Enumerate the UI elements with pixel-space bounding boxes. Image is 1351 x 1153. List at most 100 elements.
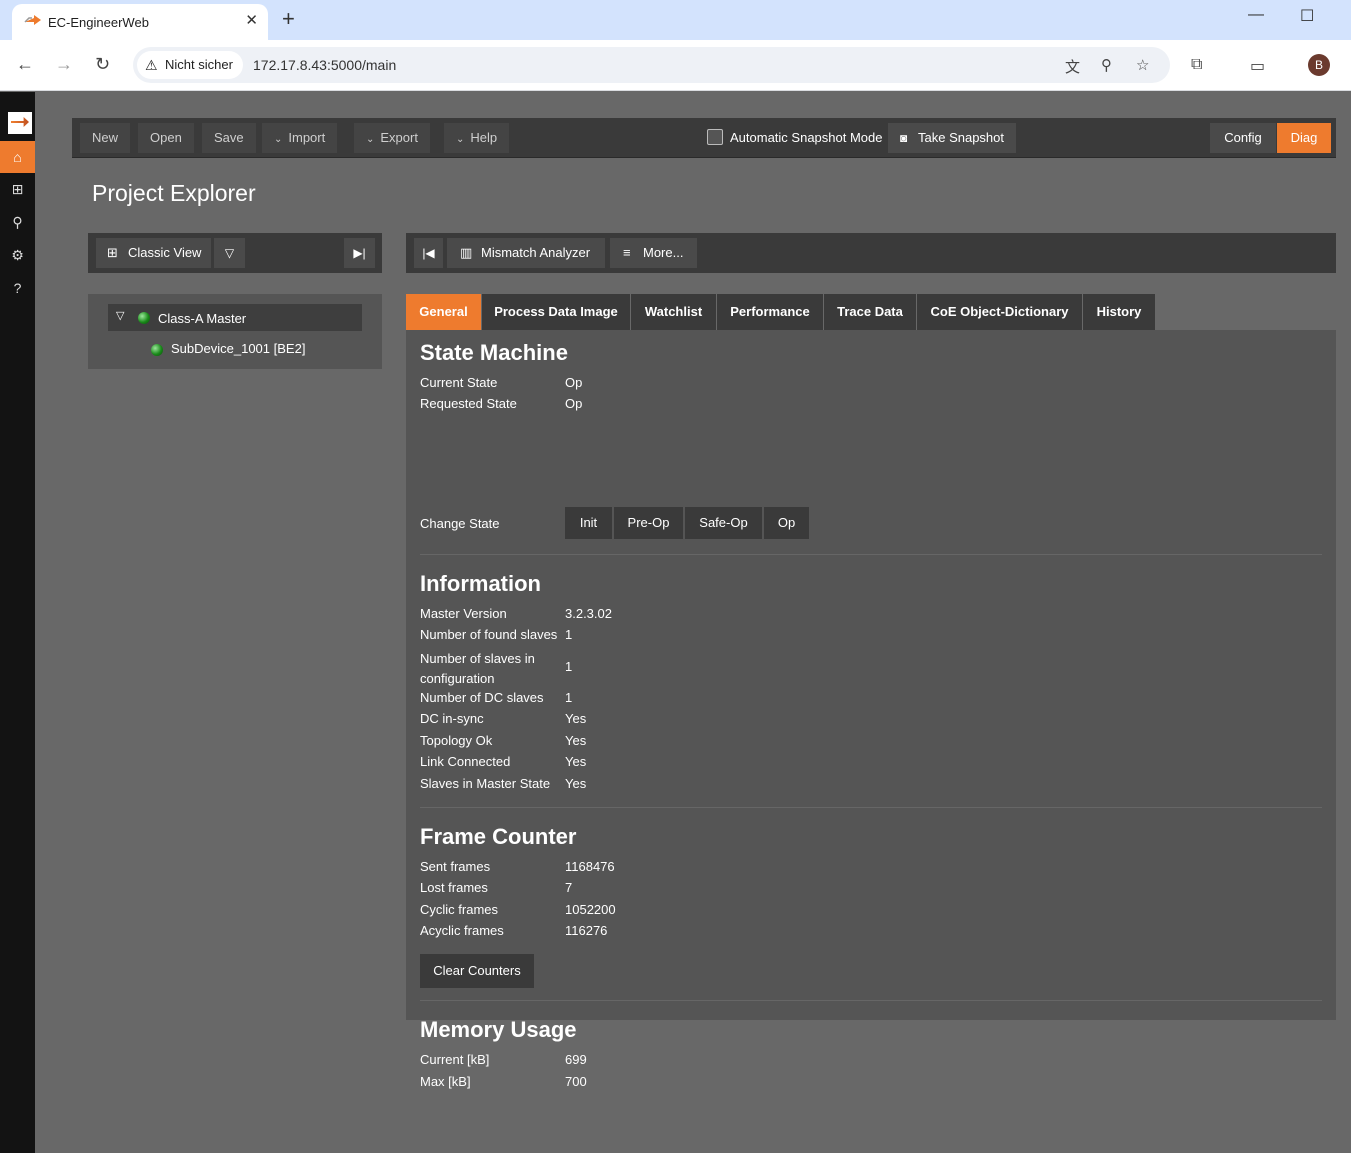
status-ok-icon bbox=[138, 312, 150, 324]
forward-arrow-icon[interactable]: → bbox=[55, 54, 73, 75]
view-dropdown-button[interactable]: ▽ bbox=[214, 238, 245, 268]
skip-forward-icon: ▶| bbox=[353, 246, 366, 260]
take-snapshot-button[interactable]: ◙ Take Snapshot bbox=[888, 123, 1017, 153]
frame-row-label: Lost frames bbox=[420, 880, 488, 895]
chevron-down-icon: ⌄ bbox=[274, 134, 283, 145]
help-button[interactable]: ⌄ Help bbox=[444, 123, 510, 153]
profile-avatar[interactable]: B bbox=[1308, 54, 1330, 76]
diag-button[interactable]: Diag bbox=[1277, 123, 1331, 153]
chevron-down-icon: ▽ bbox=[224, 246, 235, 260]
tree-item-label: Class-A Master bbox=[158, 311, 247, 326]
frame-row-value: 1052200 bbox=[565, 902, 616, 917]
save-button[interactable]: Save bbox=[202, 123, 256, 153]
help-icon[interactable]: ? bbox=[0, 272, 35, 304]
section-divider bbox=[420, 807, 1322, 808]
left-nav-rail: ⌂ ⊞ ⚲ ⚙ ? bbox=[0, 92, 35, 1153]
classic-view-label: Classic View bbox=[128, 245, 202, 260]
config-button[interactable]: Config bbox=[1210, 123, 1276, 153]
tab-process-data-image[interactable]: Process Data Image bbox=[482, 294, 630, 330]
camera-icon: ◙ bbox=[900, 131, 908, 145]
bookmark-star-icon[interactable]: ☆ bbox=[1136, 56, 1149, 74]
app-logo bbox=[8, 112, 32, 134]
security-indicator[interactable]: ⚠ Nicht sicher bbox=[137, 51, 243, 79]
more-button[interactable]: ≡ More... bbox=[610, 238, 697, 268]
memory-row-value: 699 bbox=[565, 1052, 587, 1067]
tab-history[interactable]: History bbox=[1083, 294, 1155, 330]
current-state-value: Op bbox=[565, 375, 583, 390]
reload-icon[interactable]: ↻ bbox=[95, 54, 110, 75]
project-tree: ▽ Class-A Master SubDevice_1001 [BE2] bbox=[88, 294, 382, 369]
frame-row-label: Cyclic frames bbox=[420, 902, 499, 917]
tab-coe-object-dictionary[interactable]: CoE Object-Dictionary bbox=[917, 294, 1082, 330]
current-state-label: Current State bbox=[420, 375, 498, 390]
classic-view-button[interactable]: ⊞ Classic View bbox=[96, 238, 211, 268]
snapshot-mode-label: Automatic Snapshot Mode bbox=[730, 130, 883, 145]
export-label: Export bbox=[380, 130, 418, 145]
info-row-value: Yes bbox=[565, 711, 587, 726]
new-tab-button[interactable]: + bbox=[282, 6, 295, 32]
collapse-panel-button[interactable]: ▶| bbox=[344, 238, 375, 268]
info-row-label: Number of slaves in configuration bbox=[420, 651, 535, 686]
state-preop-button[interactable]: Pre-Op bbox=[614, 507, 683, 539]
extensions-icon[interactable]: ⧉ bbox=[1191, 56, 1202, 74]
frame-row-value: 116276 bbox=[565, 923, 608, 938]
tree-toolbar: ⊞ Classic View ▽ ▶| bbox=[88, 233, 382, 273]
page-title: Project Explorer bbox=[92, 180, 256, 206]
frame-row-value: 7 bbox=[565, 880, 573, 895]
info-row-value: Yes bbox=[565, 754, 587, 769]
expand-panel-button[interactable]: |◀ bbox=[414, 238, 443, 268]
mismatch-analyzer-button[interactable]: ▥ Mismatch Analyzer bbox=[447, 238, 605, 268]
omnibox[interactable]: ⚠ Nicht sicher 172.17.8.43:5000/main 文 ⚲… bbox=[133, 47, 1170, 83]
security-label: Nicht sicher bbox=[165, 57, 233, 72]
app-favicon-icon bbox=[24, 15, 41, 25]
url-text[interactable]: 172.17.8.43:5000/main bbox=[253, 57, 396, 73]
frame-counter-title: Frame Counter bbox=[420, 824, 577, 849]
clear-counters-button[interactable]: Clear Counters bbox=[420, 954, 534, 988]
help-label: Help bbox=[470, 130, 498, 145]
status-ok-icon bbox=[151, 344, 163, 356]
tab-general[interactable]: General bbox=[406, 294, 481, 330]
back-arrow-icon[interactable]: ← bbox=[16, 54, 34, 75]
tab-performance[interactable]: Performance bbox=[717, 294, 823, 330]
browser-tab[interactable]: EC-EngineerWeb ✕ bbox=[12, 4, 268, 40]
snapshot-mode-checkbox[interactable] bbox=[707, 129, 723, 145]
state-machine-title: State Machine bbox=[420, 340, 568, 365]
export-button[interactable]: ⌄ Export bbox=[354, 123, 430, 153]
requested-state-label: Requested State bbox=[420, 396, 517, 411]
zoom-icon[interactable]: ⚲ bbox=[1101, 56, 1112, 74]
tab-search-icon[interactable]: ▭ bbox=[1250, 56, 1265, 76]
memory-usage-title: Memory Usage bbox=[420, 1017, 577, 1042]
search-icon[interactable]: ⚲ bbox=[0, 206, 35, 238]
import-button[interactable]: ⌄ Import bbox=[262, 123, 338, 153]
requested-state-value: Op bbox=[565, 396, 583, 411]
home-icon[interactable]: ⌂ bbox=[0, 141, 35, 173]
import-label: Import bbox=[288, 130, 326, 145]
settings-gear-icon[interactable]: ⚙ bbox=[0, 239, 35, 271]
state-init-button[interactable]: Init bbox=[565, 507, 612, 539]
info-row-value: 1 bbox=[565, 659, 573, 674]
maximize-icon[interactable]: ☐ bbox=[1300, 6, 1314, 26]
tab-trace-data[interactable]: Trace Data bbox=[824, 294, 916, 330]
grid-icon[interactable]: ⊞ bbox=[0, 173, 35, 205]
new-button[interactable]: New bbox=[80, 123, 131, 153]
main-toolbar: New Open Save ⌄ Import ⌄ Export ⌄ Help Auto… bbox=[72, 118, 1336, 158]
state-op-button[interactable]: Op bbox=[764, 507, 809, 539]
menu-icon: ≡ bbox=[623, 245, 631, 260]
section-divider bbox=[420, 554, 1322, 555]
tab-watchlist[interactable]: Watchlist bbox=[631, 294, 716, 330]
info-row-label: Topology Ok bbox=[420, 733, 493, 748]
translate-icon[interactable]: 文 bbox=[1065, 56, 1080, 77]
tree-item-master[interactable]: ▽ Class-A Master bbox=[108, 304, 362, 331]
bar-chart-icon: ▥ bbox=[460, 245, 473, 260]
memory-row-label: Max [kB] bbox=[420, 1074, 471, 1089]
close-tab-icon[interactable]: ✕ bbox=[245, 11, 258, 29]
open-button[interactable]: Open bbox=[138, 123, 194, 153]
state-safeop-button[interactable]: Safe-Op bbox=[685, 507, 762, 539]
minimize-icon[interactable]: — bbox=[1248, 6, 1264, 24]
frame-row-label: Sent frames bbox=[420, 859, 491, 874]
info-row-label: Number of found slaves bbox=[420, 627, 558, 642]
chevron-down-icon[interactable]: ▽ bbox=[116, 309, 124, 322]
memory-row-value: 700 bbox=[565, 1074, 587, 1089]
section-divider bbox=[420, 1000, 1322, 1001]
grid-view-icon: ⊞ bbox=[107, 245, 118, 260]
